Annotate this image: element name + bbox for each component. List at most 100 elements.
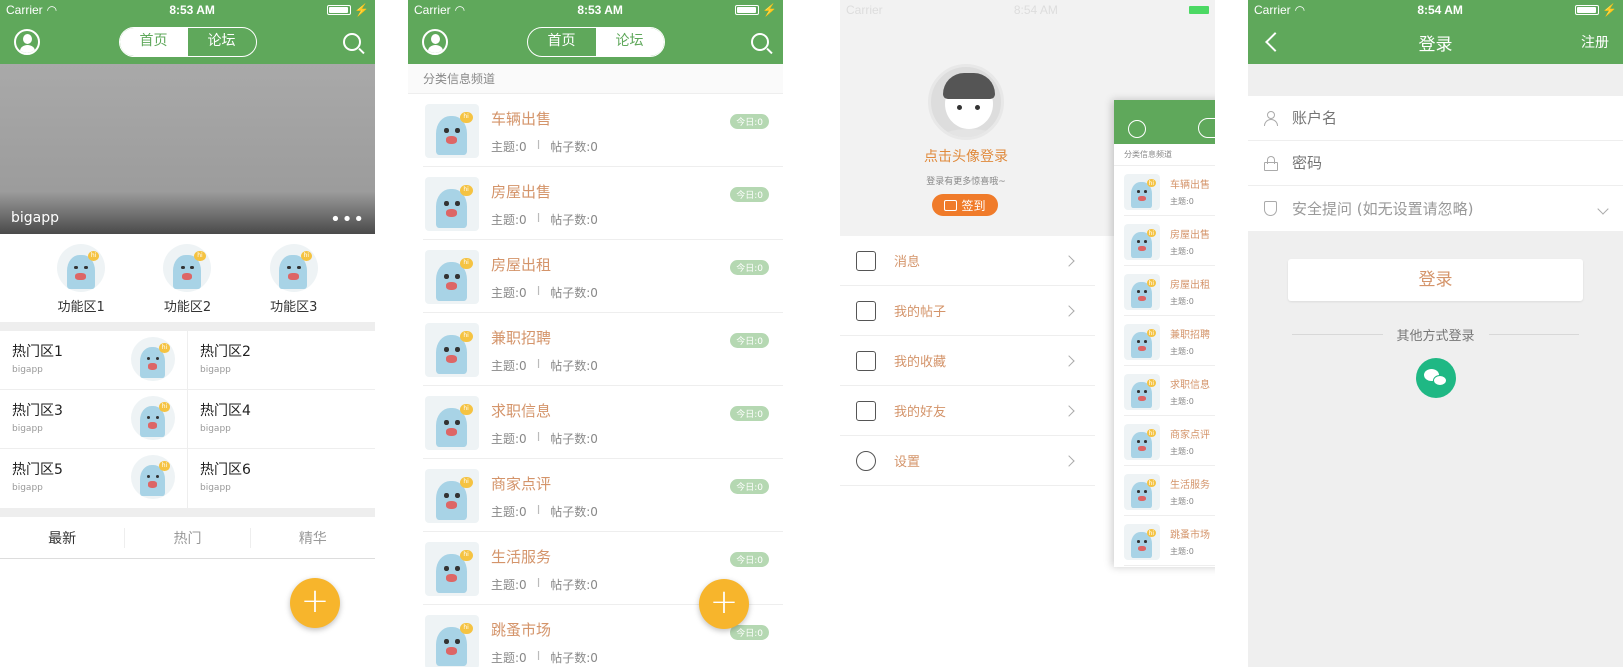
user-icon [1264, 110, 1278, 126]
hot-item[interactable]: 热门区3 bigapp hi [0, 390, 188, 449]
forum-item[interactable]: hi 兼职招聘 今日:0 主题:0 I 帖子数:0 [423, 313, 783, 386]
user-avatar-icon[interactable] [14, 29, 40, 55]
preview-item-title: 商家点评 [1170, 430, 1210, 441]
preview-item: hi 商家点评 主题:0 [1124, 416, 1215, 466]
username-input[interactable] [1292, 109, 1623, 127]
register-link[interactable]: 注册 [1581, 32, 1609, 52]
preview-item-title: 生活服务 [1170, 480, 1210, 491]
signin-button[interactable]: 签到 [932, 194, 998, 216]
hot-sub: bigapp [200, 483, 231, 493]
main-preview[interactable]: 分类信息频道 hi 车辆出售 主题:0 hi 房屋出售 主题:0 hi 房屋出租 主题:0 hi 兼… [1114, 100, 1215, 567]
chevron-right-icon [1063, 454, 1075, 467]
tab-home[interactable]: 首页 [528, 28, 596, 56]
carrier-label: Carrier [846, 3, 883, 17]
forum-item[interactable]: hi 房屋出租 今日:0 主题:0 I 帖子数:0 [423, 240, 783, 313]
forum-item-topics: 主题:0 [491, 651, 527, 665]
security-select[interactable]: 安全提问 (如无设置请忽略) [1292, 198, 1599, 219]
preview-item-title: 车辆出售 [1170, 180, 1210, 191]
hot-item[interactable]: 热门区1 bigapp hi [0, 331, 188, 390]
login-button[interactable]: 登录 [1288, 259, 1583, 301]
compose-button[interactable]: + [290, 578, 340, 628]
preview-ghost-icon: hi [1124, 474, 1160, 510]
forum-item[interactable]: hi 房屋出售 今日:0 主题:0 I 帖子数:0 [423, 167, 783, 240]
hot-grid: 热门区1 bigapp hi 热门区2 bigapp 热门区3 bigapp h… [0, 331, 375, 508]
login-form: 安全提问 (如无设置请忽略) [1248, 96, 1623, 231]
preview-avatar-icon [1128, 120, 1146, 138]
wifi-icon: ◠ [1294, 3, 1306, 17]
forum-ghost-icon: hi [425, 469, 479, 523]
back-icon[interactable] [1265, 32, 1285, 52]
search-icon[interactable] [751, 33, 769, 51]
menu-item-label: 我的收藏 [894, 355, 947, 370]
hot-item[interactable]: 热门区5 bigapp hi [0, 449, 188, 508]
hot-item[interactable]: 热门区2 bigapp [188, 331, 375, 390]
today-badge: 今日:0 [730, 479, 769, 494]
status-bar: Carrier ◠ 8:53 AM ⚡ [0, 0, 375, 20]
preview-item-sub: 主题:0 [1170, 247, 1194, 256]
user-avatar-icon[interactable] [422, 29, 448, 55]
feature-item[interactable]: hi 功能区3 [254, 244, 334, 322]
forum-ghost-icon: hi [425, 250, 479, 304]
forum-item-topics: 主题:0 [491, 140, 527, 154]
preview-item-sub: 主题:0 [1170, 197, 1194, 206]
forum-item[interactable]: hi 商家点评 今日:0 主题:0 I 帖子数:0 [423, 459, 783, 532]
forum-ghost-icon: hi [425, 396, 479, 450]
clock: 8:53 AM [577, 3, 623, 17]
menu-item[interactable]: 设置 [840, 436, 1095, 486]
hot-title: 热门区2 [200, 344, 251, 360]
chevron-right-icon [1063, 254, 1075, 267]
tab-home[interactable]: 首页 [119, 28, 188, 56]
feature-label: 功能区3 [270, 300, 318, 315]
navbar: 首页 论坛 [0, 20, 375, 64]
wifi-icon: ◠ [454, 3, 466, 17]
charging-icon: ⚡ [762, 3, 777, 17]
wechat-login-button[interactable] [1415, 358, 1456, 398]
screen-home: Carrier ◠ 8:53 AM ⚡ 首页 论坛 bigapp ••• hi 功… [0, 0, 375, 667]
status-bar: Carrier ◠ 8:53 AM ⚡ [408, 0, 783, 20]
forum-item-posts: 帖子数:0 [550, 140, 598, 154]
forum-item-title: 房屋出售 [491, 183, 552, 201]
battery-icon [1188, 6, 1209, 14]
forum-item-posts: 帖子数:0 [550, 359, 598, 373]
more-icon[interactable]: ••• [330, 209, 365, 230]
hot-sub: bigapp [200, 365, 231, 375]
username-row [1248, 96, 1623, 141]
preview-ghost-icon: hi [1124, 174, 1160, 210]
preview-item-title: 兼职招聘 [1170, 330, 1210, 341]
forum-ghost-icon: hi [425, 104, 479, 158]
security-row[interactable]: 安全提问 (如无设置请忽略) [1248, 186, 1623, 231]
feature-item[interactable]: hi 功能区2 [147, 244, 227, 322]
preview-item: hi 跳蚤市场 主题:0 [1124, 516, 1215, 566]
chevron-down-icon[interactable] [1597, 202, 1609, 215]
hot-item[interactable]: 热门区4 bigapp [188, 390, 375, 449]
preview-item-sub: 主题:0 [1170, 397, 1194, 406]
forum-item-title: 求职信息 [491, 402, 552, 420]
hot-item[interactable]: 热门区6 bigapp [188, 449, 375, 508]
menu-item[interactable]: 我的好友 [840, 386, 1095, 436]
today-badge: 今日:0 [730, 187, 769, 202]
menu-item[interactable]: 我的帖子 [840, 286, 1095, 336]
tab-featured[interactable]: 精华 [251, 528, 375, 548]
search-icon[interactable] [343, 33, 361, 51]
preview-item-sub: 主题:0 [1170, 547, 1194, 556]
forum-item[interactable]: hi 车辆出售 今日:0 主题:0 I 帖子数:0 [423, 94, 783, 167]
forum-ghost-icon: hi [425, 177, 479, 231]
menu-avatar[interactable] [928, 64, 1004, 140]
menu-item[interactable]: 我的收藏 [840, 336, 1095, 386]
feature-item[interactable]: hi 功能区1 [41, 244, 121, 322]
compose-button[interactable]: + [699, 579, 749, 629]
tab-forum[interactable]: 论坛 [595, 28, 664, 56]
password-input[interactable] [1292, 154, 1623, 172]
tab-hot[interactable]: 热门 [125, 527, 251, 548]
menu-item[interactable]: 消息 [840, 236, 1095, 286]
tab-forum[interactable]: 论坛 [188, 28, 256, 56]
forum-item-title: 房屋出租 [491, 256, 552, 274]
login-prompt[interactable]: 点击头像登录 [840, 146, 1092, 166]
banner[interactable]: bigapp ••• [0, 64, 375, 234]
forum-item[interactable]: hi 求职信息 今日:0 主题:0 I 帖子数:0 [423, 386, 783, 459]
segment-control: 首页 论坛 [118, 27, 257, 57]
hot-title: 热门区4 [200, 403, 251, 419]
feature-ghost-icon: hi [269, 244, 318, 292]
tab-latest[interactable]: 最新 [0, 527, 126, 548]
navbar: 登录 注册 [1248, 20, 1623, 64]
